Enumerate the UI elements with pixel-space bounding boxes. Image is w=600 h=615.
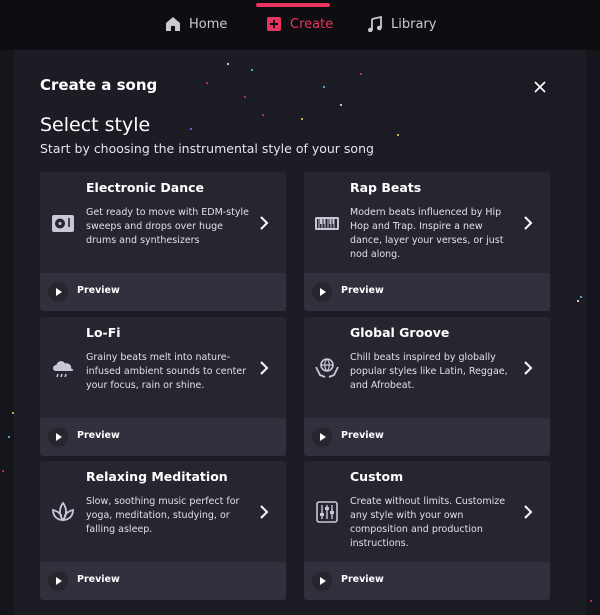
preview-button[interactable]: Preview [304,273,550,311]
preview-label: Preview [341,285,384,296]
chevron-right-icon [524,216,533,230]
preview-button[interactable]: Preview [40,273,286,311]
top-navigation: Home Create Library [0,0,600,50]
play-icon [320,577,326,585]
card-title: Global Groove [350,325,450,340]
nav-item-label: Create [290,16,334,32]
select-style-custom[interactable]: Custom Create without limits. Customize … [304,461,550,562]
preview-button[interactable]: Preview [40,418,286,456]
play-button [48,282,68,302]
close-icon[interactable] [532,79,548,95]
card-description: Get ready to move with EDM-style sweeps … [86,207,249,246]
preview-label: Preview [341,430,384,441]
style-card-rap-beats: Rap Beats Modern beats influenced by Hip… [304,172,550,311]
style-card-electronic-dance: Electronic Dance Get ready to move with … [40,172,286,311]
select-style-lo-fi[interactable]: Lo-Fi Grainy beats melt into nature-infu… [40,317,286,418]
chevron-right-icon [260,505,269,519]
nav-item-create[interactable]: Create [266,0,333,48]
preview-label: Preview [77,285,120,296]
preview-button[interactable]: Preview [304,418,550,456]
sliders-icon [316,501,338,523]
play-button [312,427,332,447]
card-description: Create without limits. Customize any sty… [350,496,506,549]
nav-item-library[interactable]: Library [367,0,436,48]
play-icon [320,433,326,441]
style-card-lo-fi: Lo-Fi Grainy beats melt into nature-infu… [40,317,286,456]
chevron-right-icon [524,361,533,375]
preview-label: Preview [77,574,120,585]
dialog-title: Create a song [40,76,158,94]
play-button [312,571,332,591]
select-style-electronic-dance[interactable]: Electronic Dance Get ready to move with … [40,172,286,273]
play-icon [56,577,62,585]
keyboard-icon [315,217,339,230]
card-title: Rap Beats [350,180,422,195]
play-icon [56,288,62,296]
page-heading: Select style [40,114,151,136]
nav-item-home[interactable]: Home [165,0,227,48]
card-title: Electronic Dance [86,180,204,195]
preview-button[interactable]: Preview [40,562,286,600]
globe-hands-icon [315,358,339,378]
plus-square-icon [267,17,281,31]
play-button [312,282,332,302]
play-icon [320,288,326,296]
play-icon [56,433,62,441]
card-title: Lo-Fi [86,325,121,340]
card-description: Grainy beats melt into nature-infused am… [86,352,247,391]
card-description: Chill beats inspired by globally popular… [350,352,508,391]
nav-item-label: Home [189,16,228,32]
card-description: Modern beats influenced by Hip Hop and T… [350,207,504,260]
play-button [48,427,68,447]
style-card-relaxing-meditation: Relaxing Meditation Slow, soothing music… [40,461,286,600]
play-button [48,571,68,591]
chevron-right-icon [260,216,269,230]
lotus-icon [52,501,74,522]
preview-button[interactable]: Preview [304,562,550,600]
select-style-relaxing-meditation[interactable]: Relaxing Meditation Slow, soothing music… [40,461,286,562]
turntable-icon [52,215,74,232]
home-icon [166,17,180,31]
select-style-rap-beats[interactable]: Rap Beats Modern beats influenced by Hip… [304,172,550,273]
style-card-global-groove: Global Groove Chill beats inspired by gl… [304,317,550,456]
chevron-right-icon [260,361,269,375]
rain-cloud-icon [53,361,74,378]
chevron-right-icon [524,505,533,519]
card-title: Custom [350,469,404,484]
music-note-icon [368,16,382,32]
preview-label: Preview [341,574,384,585]
preview-label: Preview [77,430,120,441]
select-style-global-groove[interactable]: Global Groove Chill beats inspired by gl… [304,317,550,418]
page-subheading: Start by choosing the instrumental style… [40,141,374,156]
card-title: Relaxing Meditation [86,469,228,484]
style-card-custom: Custom Create without limits. Customize … [304,461,550,600]
nav-item-label: Library [391,16,437,32]
card-description: Slow, soothing music perfect for yoga, m… [86,496,240,535]
